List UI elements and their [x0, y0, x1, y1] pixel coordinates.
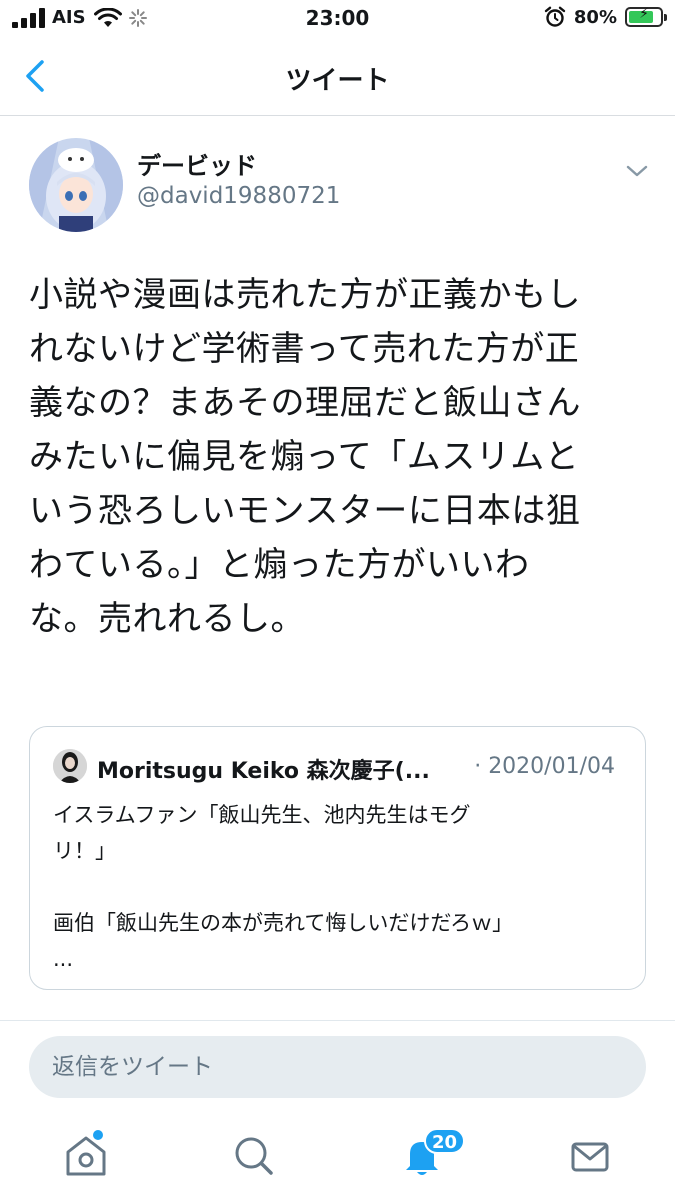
- tweet-text-line: 義なの？まあその理屈だと飯山さん: [29, 383, 581, 423]
- home-icon: [66, 1136, 106, 1176]
- user-handle[interactable]: @david19880721: [137, 183, 340, 209]
- quoted-text: イスラムファン「飯山先生、池内先生はモグ リ！」 画伯「飯山先生の本が売れて悔し…: [53, 797, 623, 977]
- display-name[interactable]: デービッド: [137, 146, 257, 181]
- tab-messages[interactable]: [560, 1126, 620, 1186]
- tweet-text: 小説や漫画は売れた方が正義かもし れないけど学術書って売れた方が正 義なの？まあ…: [29, 268, 629, 646]
- notification-count-badge: 20: [424, 1128, 466, 1154]
- home-new-dot: [93, 1130, 103, 1140]
- quoted-text-line: 画伯「飯山先生の本が売れて悔しいだけだろｗ」: [53, 911, 514, 935]
- battery-charging-icon: ⚡: [625, 6, 667, 27]
- tweet-text-line: みたいに偏見を煽って「ムスリムと: [29, 437, 580, 477]
- tweet-text-line: な。売れれるし。: [29, 599, 305, 639]
- quoted-text-line: リ！」: [53, 839, 116, 863]
- quoted-text-line: ...: [53, 947, 74, 971]
- quoted-text-line: [53, 869, 623, 905]
- avatar[interactable]: [29, 138, 123, 232]
- navigation-bar: ツイート: [0, 40, 675, 116]
- divider: [0, 1020, 675, 1021]
- battery-percent: 80%: [573, 6, 617, 28]
- status-bar: AIS 23:00 80% ⚡: [0, 0, 675, 40]
- quoted-tweet[interactable]: Moritsugu Keiko 森次慶子(... · 2020/01/04 イス…: [29, 726, 646, 990]
- chevron-down-icon: [626, 165, 648, 177]
- tweet-options-button[interactable]: [622, 156, 652, 186]
- tab-search[interactable]: [224, 1126, 284, 1186]
- tweet-text-line: れないけど学術書って売れた方が正: [29, 329, 580, 369]
- avatar-illustration: [29, 138, 123, 232]
- quoted-date: · 2020/01/04: [474, 754, 615, 779]
- page-title: ツイート: [285, 66, 390, 96]
- messages-icon: [571, 1142, 609, 1172]
- search-icon: [235, 1137, 273, 1175]
- tab-home[interactable]: [56, 1126, 116, 1186]
- tweet-text-line: 小説や漫画は売れた方が正義かもし: [29, 275, 581, 315]
- tweet-text-line: いう恐ろしいモンスターに日本は狙: [29, 491, 581, 531]
- quoted-avatar-photo: [53, 749, 87, 783]
- quoted-text-line: イスラムファン「飯山先生、池内先生はモグ: [53, 803, 471, 827]
- tweet-detail-screen: AIS 23:00 80% ⚡ ツイート デービッド @david1988072…: [0, 0, 675, 1200]
- quoted-author-name: Moritsugu Keiko 森次慶子(...: [97, 759, 430, 784]
- reply-input[interactable]: [29, 1036, 646, 1098]
- alarm-icon: [544, 6, 566, 27]
- tab-bar: 20: [0, 1110, 675, 1200]
- battery-tip: [664, 14, 667, 21]
- tweet-text-line: わている。」と煽った方がいいわ: [29, 545, 530, 585]
- status-right: 80% ⚡: [544, 6, 667, 28]
- charging-bolt-icon: ⚡: [639, 6, 649, 22]
- quoted-avatar: [53, 749, 87, 783]
- tab-notifications[interactable]: 20: [392, 1126, 466, 1186]
